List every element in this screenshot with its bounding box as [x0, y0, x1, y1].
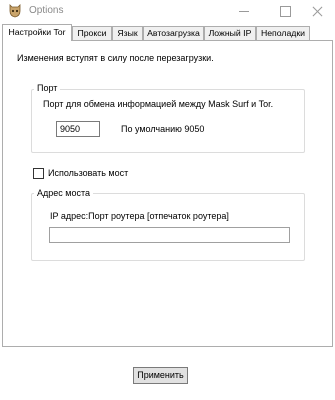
- port-description: Порт для обмена информацией между Mask S…: [43, 99, 274, 109]
- apply-button[interactable]: Применить: [133, 367, 188, 384]
- tab-troubleshooting[interactable]: Неполадки: [256, 26, 310, 40]
- use-bridge-checkbox[interactable]: [33, 168, 44, 179]
- restart-notice: Изменения вступят в силу после перезагру…: [17, 53, 214, 63]
- port-group-title: Порт: [34, 83, 61, 94]
- maximize-button[interactable]: [267, 0, 303, 22]
- bridge-address-description: IP адрес:Порт роутера [отпечаток роутера…: [50, 211, 229, 221]
- window-title: Options: [29, 5, 64, 16]
- bridge-address-input[interactable]: [49, 227, 290, 243]
- port-input[interactable]: [56, 121, 100, 137]
- minimize-button[interactable]: [226, 0, 262, 22]
- tab-tor-settings[interactable]: Настройки Tor: [2, 24, 72, 41]
- mask-surf-icon: [9, 4, 21, 18]
- title-bar: Options: [0, 0, 335, 22]
- options-tab-strip: Настройки Tor Прокси Язык Автозагрузка Л…: [2, 24, 332, 41]
- tab-language[interactable]: Язык: [112, 26, 143, 40]
- tab-autostart[interactable]: Автозагрузка: [143, 26, 204, 40]
- close-button[interactable]: [299, 0, 335, 22]
- tab-fake-ip[interactable]: Ложный IP: [204, 26, 256, 40]
- use-bridge-label[interactable]: Использовать мост: [48, 168, 128, 178]
- tab-proxy[interactable]: Прокси: [72, 26, 112, 40]
- bridge-group-title: Адрес моста: [34, 188, 93, 199]
- port-default-text: По умолчанию 9050: [121, 124, 205, 134]
